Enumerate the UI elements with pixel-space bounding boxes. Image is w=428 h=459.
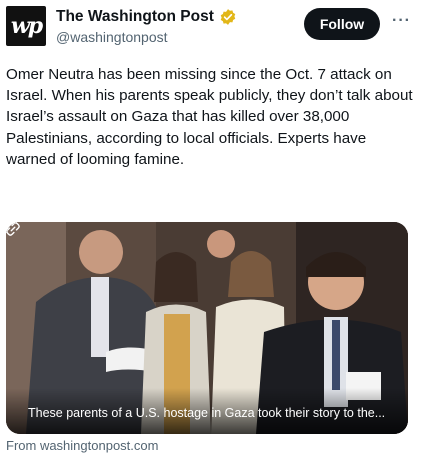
link-source[interactable]: From washingtonpost.com bbox=[6, 438, 158, 453]
media-caption[interactable]: These parents of a U.S. hostage in Gaza … bbox=[28, 406, 385, 420]
tweet-text: Omer Neutra has been missing since the O… bbox=[6, 66, 413, 168]
tweet-header: wp The Washington Post @washingtonpost F… bbox=[6, 6, 422, 48]
media-card[interactable]: These parents of a U.S. hostage in Gaza … bbox=[6, 222, 408, 434]
account-handle[interactable]: @washingtonpost bbox=[56, 29, 168, 45]
account-name[interactable]: The Washington Post bbox=[56, 8, 214, 26]
follow-button[interactable]: Follow bbox=[304, 8, 380, 40]
avatar[interactable]: wp bbox=[6, 6, 46, 46]
verified-badge-icon bbox=[220, 9, 236, 25]
link-icon bbox=[6, 222, 20, 236]
avatar-logo-text: wp bbox=[10, 13, 43, 39]
more-options-icon[interactable]: ··· bbox=[392, 12, 411, 30]
name-row: The Washington Post bbox=[56, 8, 237, 26]
